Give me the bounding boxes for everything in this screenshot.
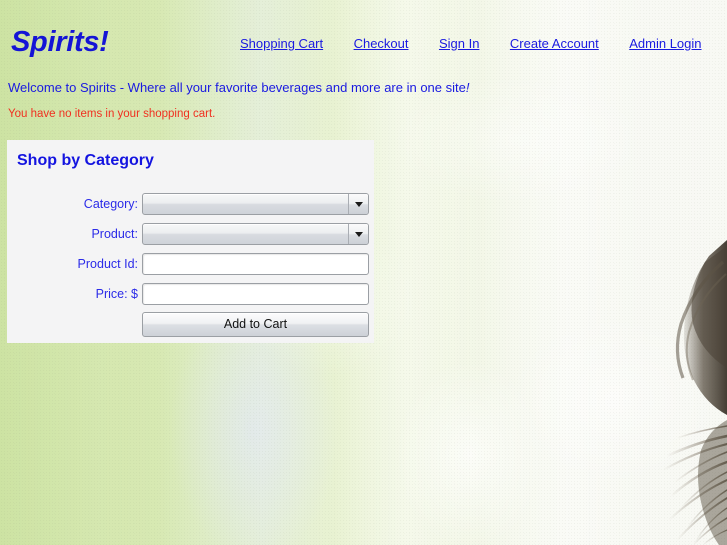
site-header: Spirits! Shopping Cart Checkout Sign In … — [0, 0, 727, 66]
nav-link-checkout[interactable]: Checkout — [354, 36, 409, 51]
tagline-text: Welcome to Spirits - Where all your favo… — [8, 80, 466, 95]
form-row-price: Price: $ — [7, 282, 374, 306]
category-select[interactable] — [142, 193, 369, 215]
welcome-tagline: Welcome to Spirits - Where all your favo… — [8, 80, 469, 95]
price-label: Price: $ — [95, 287, 138, 301]
nav-link-create-account[interactable]: Create Account — [510, 36, 599, 51]
nav-link-admin-login[interactable]: Admin Login — [629, 36, 701, 51]
chevron-down-icon — [354, 231, 363, 237]
main-navigation: Shopping Cart Checkout Sign In Create Ac… — [240, 35, 702, 53]
product-select[interactable] — [142, 223, 369, 245]
category-select-arrow-box[interactable] — [348, 194, 368, 214]
category-select-value — [148, 194, 346, 214]
site-logo[interactable]: Spirits! — [11, 26, 109, 59]
price-input[interactable] — [142, 283, 369, 305]
decorative-hair-image — [597, 240, 727, 545]
product-label: Product: — [91, 227, 138, 241]
form-row-product: Product: — [7, 222, 374, 246]
panel-title: Shop by Category — [17, 152, 154, 169]
tagline-exclamation: ! — [465, 80, 470, 95]
category-label: Category: — [83, 197, 138, 211]
chevron-down-icon — [354, 201, 363, 207]
form-row-category: Category: — [7, 192, 374, 216]
shop-by-category-form: Category: Product: Product Id: Price: $ … — [7, 192, 374, 342]
cart-status-message: You have no items in your shopping cart. — [8, 108, 216, 120]
product-select-arrow-box[interactable] — [348, 224, 368, 244]
product-id-label: Product Id: — [77, 257, 138, 271]
product-id-input[interactable] — [142, 253, 369, 275]
add-to-cart-button[interactable]: Add to Cart — [142, 311, 369, 337]
shop-by-category-panel: Shop by Category Category: Product: Prod… — [7, 140, 374, 343]
nav-link-shopping-cart[interactable]: Shopping Cart — [240, 36, 323, 51]
form-row-submit: Add to Cart — [7, 311, 374, 337]
nav-link-sign-in[interactable]: Sign In — [439, 36, 479, 51]
product-select-value — [148, 224, 346, 244]
form-row-product-id: Product Id: — [7, 252, 374, 276]
